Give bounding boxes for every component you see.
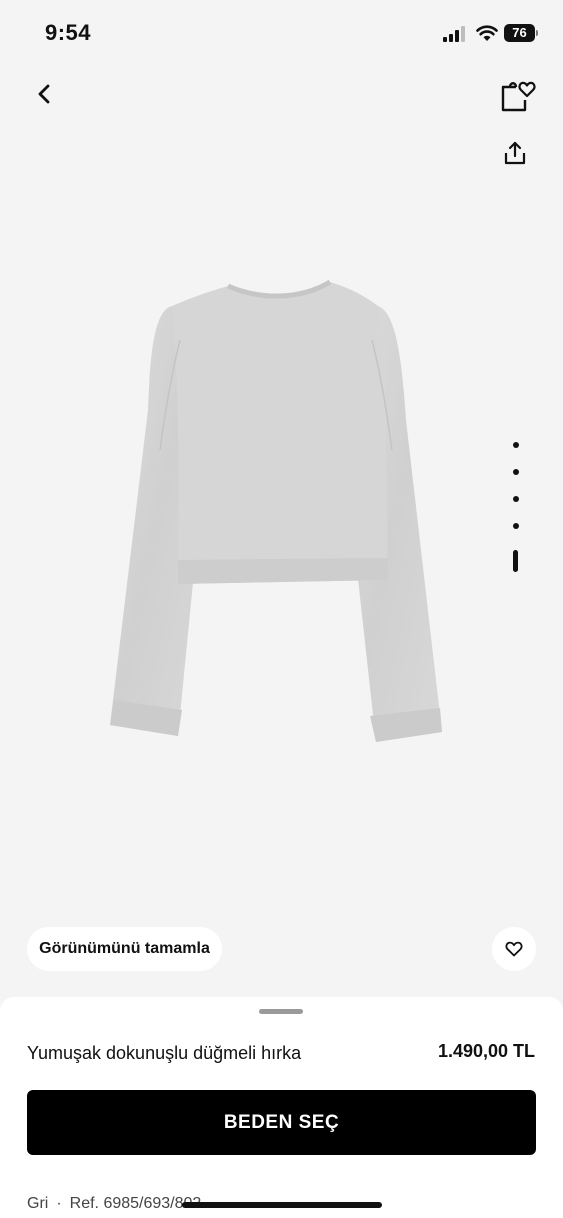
product-color: Gri — [27, 1195, 49, 1212]
share-button[interactable] — [500, 138, 530, 168]
back-button[interactable] — [28, 78, 60, 110]
complete-look-button[interactable]: Görünümünü tamamla — [27, 927, 222, 971]
pager-active-indicator[interactable] — [513, 550, 518, 572]
favorite-button[interactable] — [492, 927, 536, 971]
product-name: Yumuşak dokunuşlu düğmeli hırka — [27, 1043, 302, 1063]
product-info-sheet: Yumuşak dokunuşlu düğmeli hırka 1.490,00… — [0, 997, 563, 1218]
battery-tip — [536, 30, 538, 36]
status-bar: 9:54 76 — [0, 0, 563, 64]
battery-level: 76 — [504, 24, 535, 42]
heart-icon — [505, 941, 523, 957]
chevron-left-icon — [38, 84, 50, 104]
pager-dot[interactable] — [513, 523, 519, 529]
sheet-drag-handle[interactable] — [259, 1009, 303, 1014]
status-time: 9:54 — [45, 20, 92, 45]
wifi-icon — [476, 25, 498, 41]
wishlist-button[interactable] — [498, 78, 538, 114]
pager-dot[interactable] — [513, 469, 519, 475]
pager-dot[interactable] — [513, 442, 519, 448]
meta-separator: · — [56, 1195, 62, 1212]
product-price: 1.490,00 TL — [437, 1041, 535, 1061]
battery-icon: 76 — [504, 24, 538, 42]
select-size-button[interactable]: BEDEN SEÇ — [27, 1090, 536, 1155]
share-icon — [504, 141, 526, 165]
pager-dot[interactable] — [513, 496, 519, 502]
home-indicator[interactable] — [182, 1202, 382, 1208]
product-image[interactable] — [100, 270, 450, 750]
signal-icon — [443, 26, 465, 42]
product-meta: Gri · Ref. 6985/693/802 — [27, 1195, 201, 1213]
image-pager[interactable] — [508, 438, 524, 578]
wishlist-bag-heart-icon — [501, 81, 536, 112]
